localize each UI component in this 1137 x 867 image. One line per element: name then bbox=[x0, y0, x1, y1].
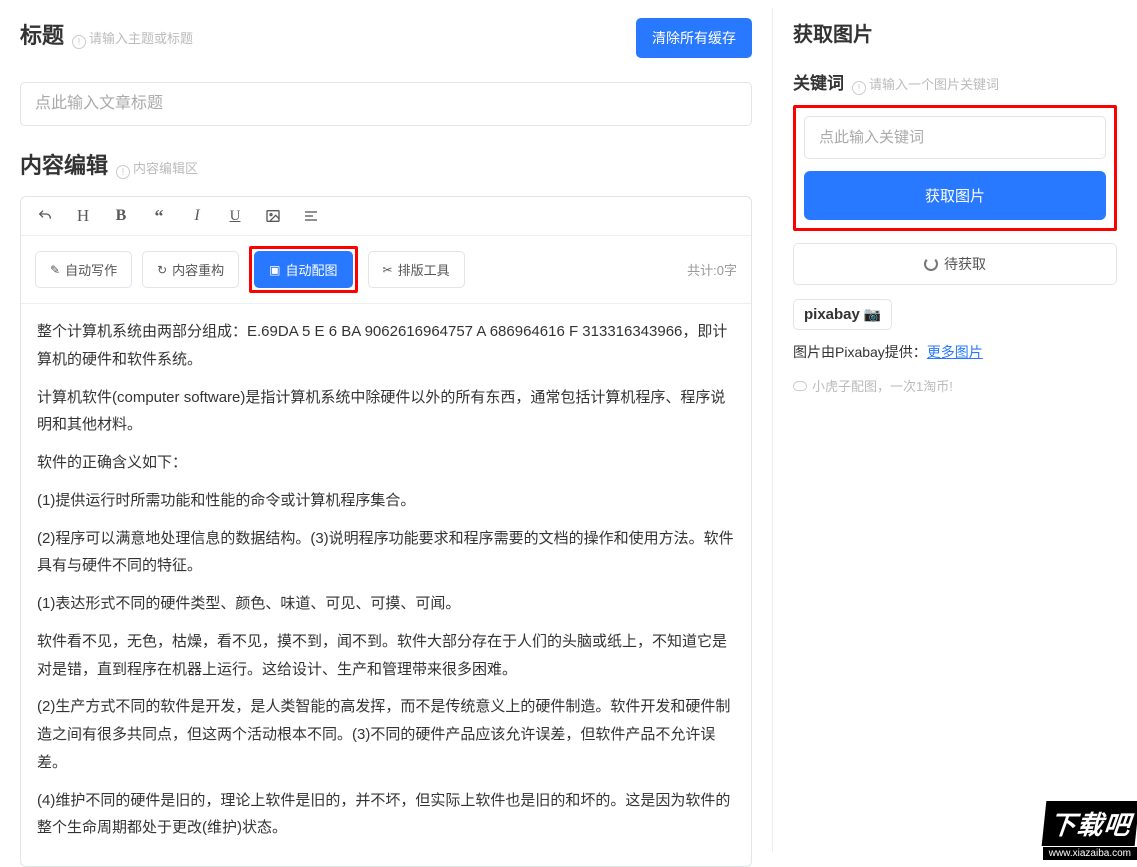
get-image-title: 获取图片 bbox=[793, 18, 1117, 47]
undo-icon[interactable] bbox=[35, 205, 55, 227]
content-hint: !内容编辑区 bbox=[116, 158, 198, 179]
title-header-row: 标题 !请输入主题或标题 清除所有缓存 bbox=[20, 18, 752, 66]
paragraph: 整个计算机系统由两部分组成：E.69DA 5 E 6 BA 9062616964… bbox=[37, 318, 735, 374]
auto-write-button[interactable]: ✎自动写作 bbox=[35, 251, 132, 288]
heading-icon[interactable]: H bbox=[73, 205, 93, 227]
keyword-hint: !请输入一个图片关键词 bbox=[852, 74, 999, 95]
info-icon: ! bbox=[116, 165, 130, 179]
title-section-header: 标题 !请输入主题或标题 bbox=[20, 18, 193, 50]
side-column: 获取图片 关键词 !请输入一个图片关键词 获取图片 待获取 pixabay 📷 … bbox=[773, 0, 1137, 860]
pencil-icon: ✎ bbox=[50, 263, 60, 277]
pending-text: 待获取 bbox=[944, 254, 986, 274]
keyword-header: 关键词 !请输入一个图片关键词 bbox=[793, 69, 1117, 95]
action-toolbar: ✎自动写作 ↻内容重构 ▣自动配图 ✂排版工具 共计:0字 bbox=[21, 236, 751, 304]
italic-icon[interactable]: I bbox=[187, 205, 207, 227]
quote-icon[interactable]: “ bbox=[149, 205, 169, 227]
paragraph: 计算机软件(computer software)是指计算机系统中除硬件以外的所有… bbox=[37, 384, 735, 440]
pending-status: 待获取 bbox=[793, 243, 1117, 285]
clear-cache-button[interactable]: 清除所有缓存 bbox=[636, 18, 752, 58]
paragraph: (2)生产方式不同的软件是开发，是人类智能的高发挥，而不是传统意义上的硬件制造。… bbox=[37, 693, 735, 776]
paragraph: (4)维护不同的硬件是旧的，理论上软件是旧的，并不坏，但实际上软件也是旧的和坏的… bbox=[37, 787, 735, 843]
word-count: 共计:0字 bbox=[687, 260, 737, 279]
watermark-url: www.xiazaiba.com bbox=[1043, 847, 1137, 860]
auto-image-button[interactable]: ▣自动配图 bbox=[254, 251, 352, 288]
info-icon: ! bbox=[72, 35, 86, 49]
pixabay-label: pixabay bbox=[804, 306, 860, 323]
editor-body[interactable]: 整个计算机系统由两部分组成：E.69DA 5 E 6 BA 9062616964… bbox=[21, 304, 751, 866]
restructure-button[interactable]: ↻内容重构 bbox=[142, 251, 239, 288]
paragraph: 软件的正确含义如下： bbox=[37, 449, 735, 477]
get-image-button[interactable]: 获取图片 bbox=[804, 171, 1106, 220]
keyword-input[interactable] bbox=[804, 116, 1106, 159]
content-label: 内容编辑 bbox=[20, 148, 108, 180]
more-images-link[interactable]: 更多图片 bbox=[927, 344, 983, 360]
keyword-label: 关键词 bbox=[793, 69, 844, 94]
footer-note: 小虎子配图，一次1淘币! bbox=[793, 376, 1117, 395]
picture-icon: ▣ bbox=[269, 263, 280, 277]
cloud-icon bbox=[793, 381, 807, 391]
title-label: 标题 bbox=[20, 18, 64, 50]
paragraph: (1)表达形式不同的硬件类型、颜色、味道、可见、可摸、可闻。 bbox=[37, 590, 735, 618]
loading-icon bbox=[924, 257, 938, 271]
refresh-icon: ↻ bbox=[157, 263, 167, 277]
tool-icon: ✂ bbox=[383, 263, 393, 277]
content-section: 内容编辑 !内容编辑区 H B “ I U bbox=[20, 148, 752, 867]
camera-icon: 📷 bbox=[864, 306, 881, 323]
watermark-logo: 下载吧 bbox=[1042, 801, 1137, 846]
paragraph: (2)程序可以满意地处理信息的数据结构。(3)说明程序功能要求和程序需要的文档的… bbox=[37, 525, 735, 581]
layout-tool-button[interactable]: ✂排版工具 bbox=[368, 251, 465, 288]
content-section-header: 内容编辑 !内容编辑区 bbox=[20, 148, 752, 180]
align-left-icon[interactable] bbox=[301, 205, 321, 227]
main-column: 标题 !请输入主题或标题 清除所有缓存 内容编辑 !内容编辑区 H B “ I bbox=[0, 0, 772, 860]
info-icon: ! bbox=[852, 81, 866, 95]
watermark: 下载吧 www.xiazaiba.com bbox=[997, 790, 1137, 860]
paragraph: (1)提供运行时所需功能和性能的命令或计算机程序集合。 bbox=[37, 487, 735, 515]
editor-box: H B “ I U ✎自动写作 ↻内容重构 ▣自动配图 ✂排版工具 共 bbox=[20, 196, 752, 867]
format-toolbar: H B “ I U bbox=[21, 197, 751, 236]
underline-icon[interactable]: U bbox=[225, 205, 245, 227]
highlight-keyword-area: 获取图片 bbox=[793, 105, 1117, 231]
article-title-input[interactable] bbox=[20, 82, 752, 126]
title-hint: !请输入主题或标题 bbox=[72, 28, 193, 49]
provider-text: 图片由Pixabay提供：更多图片 bbox=[793, 342, 1117, 362]
bold-icon[interactable]: B bbox=[111, 205, 131, 227]
paragraph: 软件看不见，无色，枯燥，看不见，摸不到，闻不到。软件大部分存在于人们的头脑或纸上… bbox=[37, 628, 735, 684]
pixabay-badge: pixabay 📷 bbox=[793, 299, 892, 330]
highlight-auto-image: ▣自动配图 bbox=[249, 246, 357, 293]
image-icon[interactable] bbox=[263, 205, 283, 227]
